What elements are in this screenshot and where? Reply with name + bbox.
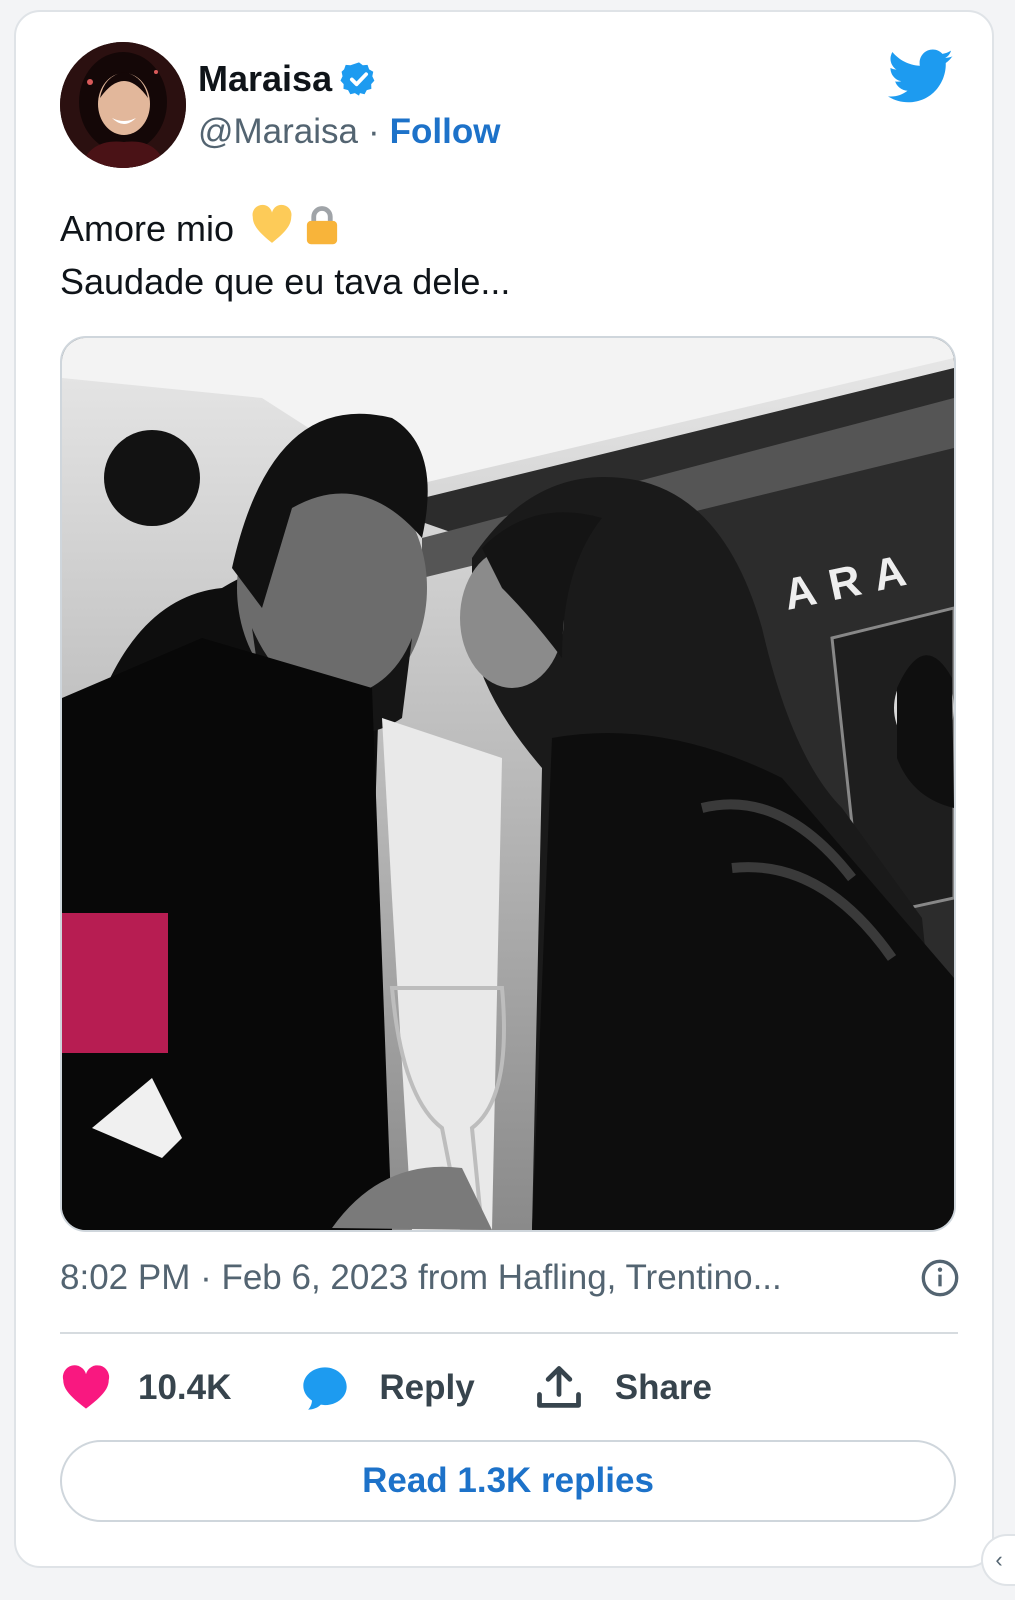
share-upload-icon [536, 1366, 581, 1408]
avatar[interactable] [60, 42, 186, 168]
share-button[interactable]: Share [533, 1362, 712, 1414]
verified-badge-icon [340, 62, 375, 96]
reply-bubble-icon [303, 1367, 348, 1410]
avatar-image [60, 42, 186, 168]
info-icon[interactable] [920, 1258, 960, 1298]
like-button[interactable]: 10.4K [60, 1362, 231, 1414]
read-replies-button[interactable]: Read 1.3K replies [60, 1440, 956, 1522]
twitter-bird-icon[interactable] [888, 48, 954, 106]
tweet-meta: 8:02 PM · Feb 6, 2023 from Hafling, Tren… [60, 1258, 960, 1298]
divider [60, 1332, 958, 1334]
tweet-card: Maraisa @Maraisa · Follow Amore mio Saud… [14, 10, 994, 1568]
heart-icon [62, 1365, 110, 1409]
display-name[interactable]: Maraisa [198, 58, 378, 100]
tweet-line-1-text: Amore mio [60, 208, 235, 249]
handle-row: @Maraisa · Follow [198, 112, 500, 152]
reply-label: Reply [379, 1368, 475, 1407]
lock-icon [306, 206, 338, 245]
tweet-photo[interactable]: ARA [60, 336, 956, 1232]
follow-button[interactable]: Follow [390, 112, 501, 152]
yellow-heart-icon [252, 204, 292, 243]
share-label: Share [614, 1368, 712, 1407]
separator: · [368, 112, 380, 151]
tweet-line-1: Amore mio [60, 202, 510, 255]
handle[interactable]: @Maraisa [198, 112, 358, 152]
reply-button[interactable]: Reply [299, 1362, 475, 1414]
tweet-actions: 10.4K Reply Share [60, 1358, 712, 1418]
tweet-line-2: Saudade que eu tava dele... [60, 261, 511, 302]
tweet-text: Amore mio Saudade que eu tava dele... [60, 202, 510, 308]
like-count: 10.4K [138, 1368, 232, 1407]
photo-image: ARA [62, 338, 954, 1230]
display-name-text: Maraisa [198, 58, 333, 99]
timestamp-location[interactable]: 8:02 PM · Feb 6, 2023 from Hafling, Tren… [60, 1258, 782, 1298]
